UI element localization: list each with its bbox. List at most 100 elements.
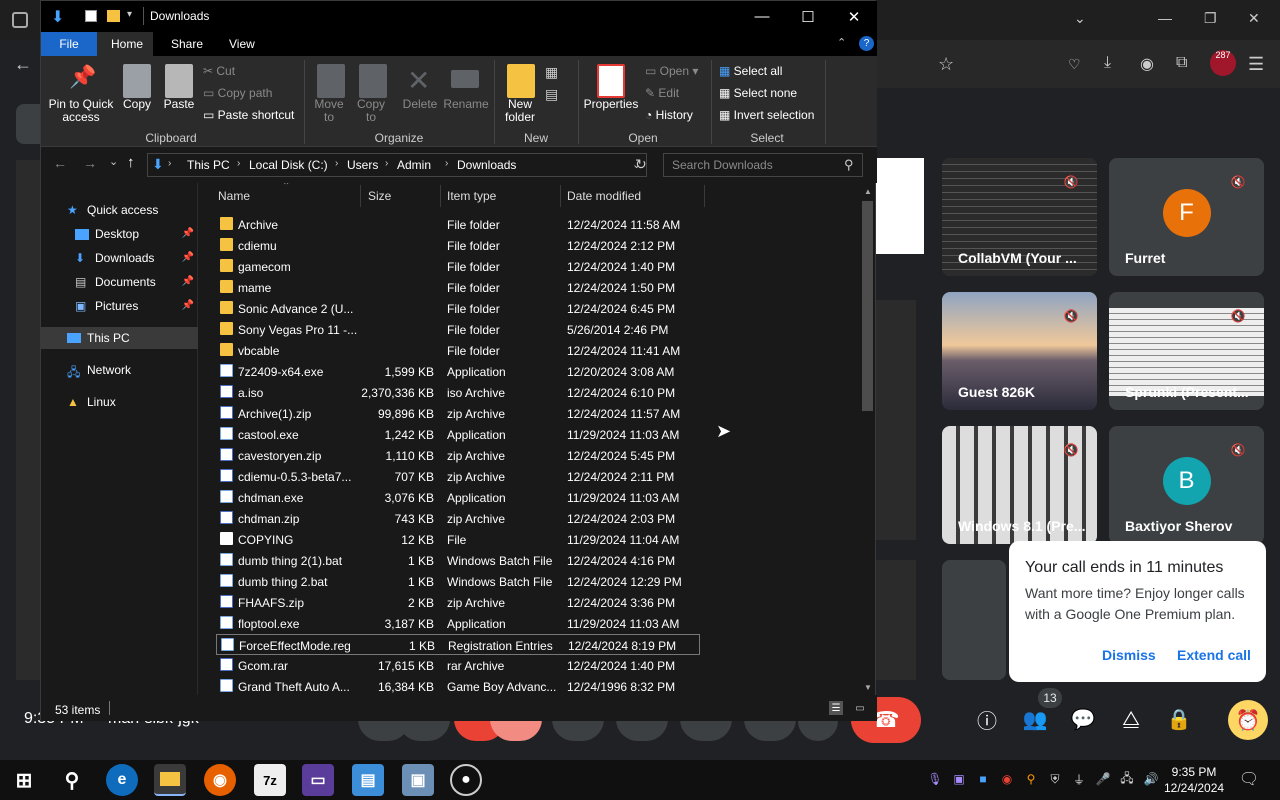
open-button[interactable]: ▭ Open ▾ [645, 64, 698, 78]
bookmark-star-icon[interactable]: ☆ [938, 54, 954, 75]
column-header-type[interactable]: Item type [447, 189, 496, 203]
table-row[interactable]: Grand Theft Auto A... 16,384 KB Game Boy A… [216, 676, 700, 695]
paste-button[interactable]: Paste [159, 98, 199, 111]
tab-view[interactable]: View [229, 37, 255, 51]
table-row[interactable]: Archive File folder 12/24/2024 11:58 AM [216, 214, 700, 235]
chrome-menu-icon[interactable]: ☰ [1248, 54, 1264, 75]
help-icon[interactable]: ? [859, 36, 874, 51]
table-row[interactable]: gamecom File folder 12/24/2024 1:40 PM [216, 256, 700, 277]
properties-qat-icon[interactable] [85, 10, 97, 22]
app-icon[interactable]: ▭ [302, 764, 334, 796]
mic-tray-icon[interactable]: 🎙 [927, 772, 942, 786]
search-icon[interactable]: ⚲ [56, 764, 88, 796]
nav-desktop[interactable]: Desktop 📌 [41, 223, 198, 245]
scroll-up-icon[interactable]: ▲ [864, 187, 872, 196]
chrome-minimize-icon[interactable]: — [1158, 10, 1172, 26]
crumb-this-pc[interactable]: This PC [187, 158, 230, 172]
delete-button[interactable]: Delete [397, 98, 443, 111]
extension-badge[interactable]: 287 [1210, 50, 1236, 76]
pin-quick-access-button[interactable]: Pin to Quick access [47, 98, 115, 124]
table-row[interactable]: vbcable File folder 12/24/2024 11:41 AM [216, 340, 700, 361]
window-titlebar[interactable]: ⬇ ▾ Downloads — ☐ ✕ [41, 1, 877, 32]
table-row[interactable]: chdman.zip 743 KB zip Archive 12/24/2024 2:… [216, 508, 700, 529]
nav-documents[interactable]: ▤ Documents 📌 [41, 271, 198, 293]
table-row[interactable]: FHAAFS.zip 2 KB zip Archive 12/24/2024 3:36… [216, 592, 700, 613]
properties-button[interactable]: Properties [583, 98, 639, 111]
chrome-tray-icon[interactable]: ◉ [1000, 772, 1014, 786]
chrome-back-icon[interactable]: ← [14, 54, 32, 75]
extend-call-button[interactable]: Extend call [1177, 647, 1251, 663]
column-header-size[interactable]: Size [368, 189, 391, 203]
participant-tile[interactable]: F 🔇 Furret [1109, 158, 1264, 276]
activities-icon[interactable]: ⧋ [1116, 704, 1146, 734]
invert-selection-button[interactable]: ▦ Invert selection [719, 108, 814, 122]
crumb-admin[interactable]: Admin [397, 158, 431, 172]
pocket-icon[interactable]: ♡ [1068, 56, 1081, 73]
table-row[interactable]: 7z2409-x64.exe 1,599 KB Application 12/20/2… [216, 361, 700, 382]
people-icon[interactable]: 👥 [1020, 704, 1050, 734]
scroll-down-icon[interactable]: ▼ [864, 683, 872, 692]
maximize-button[interactable]: ☐ [785, 1, 831, 32]
participant-tile[interactable]: 🔇 CollabVM (Your ... [942, 158, 1097, 276]
new-item-icon[interactable]: ▦ [545, 64, 558, 81]
participant-tile[interactable]: B 🔇 Baxtiyor Sherov [1109, 426, 1264, 544]
new-folder-button[interactable]: New folder [499, 98, 541, 124]
remote-desktop-icon[interactable]: ▣ [402, 764, 434, 796]
details-view-icon[interactable]: ☰ [829, 701, 843, 715]
table-row[interactable]: dumb thing 2.bat 1 KB Windows Batch File 12… [216, 571, 700, 592]
back-arrow-icon[interactable]: ← [53, 155, 67, 171]
copy-to-button[interactable]: Copy to [351, 98, 391, 124]
crumb-users[interactable]: Users [347, 158, 378, 172]
volume-tray-icon[interactable]: 🔊 [1144, 772, 1159, 786]
table-row[interactable]: floptool.exe 3,187 KB Application 11/29/202… [216, 613, 700, 634]
refresh-icon[interactable]: ↻ [635, 156, 647, 173]
mic-tray-icon-2[interactable]: 🎤 [1096, 772, 1111, 786]
chat-icon[interactable]: 💬 [1068, 704, 1098, 734]
copy-path-button[interactable]: ▭ Copy path [203, 86, 272, 100]
search-input[interactable] [672, 158, 842, 172]
chrome-close-icon[interactable]: ✕ [1248, 10, 1260, 27]
recent-locations-icon[interactable]: ⌄ [109, 155, 118, 168]
app-tray-icon[interactable]: ▣ [952, 772, 966, 786]
chrome-chevron-down-icon[interactable]: ⌄ [1074, 10, 1086, 27]
column-separator[interactable] [360, 185, 361, 207]
nav-network[interactable]: 🖧 Network [41, 359, 198, 381]
nav-linux[interactable]: ▲ Linux [41, 391, 198, 413]
chrome-tab-search-icon[interactable] [12, 12, 28, 28]
column-separator[interactable] [560, 185, 561, 207]
security-tray-icon[interactable]: ⛨ [1048, 772, 1062, 786]
search-box[interactable]: ⚲ [663, 153, 863, 177]
network-tray-icon[interactable]: 🖧 [1120, 771, 1134, 786]
select-none-button[interactable]: ▦ Select none [719, 86, 797, 100]
nav-quick-access[interactable]: ★ Quick access [41, 199, 198, 221]
info-icon[interactable]: ⓘ [972, 704, 1002, 734]
select-all-button[interactable]: ▦ Select all [719, 64, 782, 78]
crumb-downloads[interactable]: Downloads [457, 158, 516, 172]
column-header-name[interactable]: Name [218, 189, 250, 203]
download-icon[interactable]: ⤓ [1104, 54, 1111, 72]
app-tray-icon-2[interactable]: ■ [976, 772, 990, 786]
seven-zip-icon[interactable]: 7z [254, 764, 286, 796]
table-row[interactable]: Gcom.rar 17,615 KB rar Archive 12/24/2024 1… [216, 655, 700, 676]
notifications-icon[interactable]: 🗨 [1239, 770, 1259, 788]
usb-tray-icon[interactable]: ⏚ [1072, 772, 1086, 787]
qat-dropdown-icon[interactable]: ▾ [127, 9, 132, 20]
copy-button[interactable]: Copy [117, 98, 157, 111]
taskbar-clock[interactable]: 9:35 PM 12/24/2024 [1164, 764, 1224, 796]
nav-this-pc[interactable]: This PC [41, 327, 198, 349]
participant-tile[interactable]: 🔇 Windows 8.1 (Pre... [942, 426, 1097, 544]
search-tray-icon[interactable]: ⚲ [1024, 772, 1038, 786]
extensions-icon[interactable]: ⧉ [1176, 54, 1187, 72]
column-separator[interactable] [440, 185, 441, 207]
table-row[interactable]: dumb thing 2(1).bat 1 KB Windows Batch Fil… [216, 550, 700, 571]
start-windows-icon[interactable]: ⊞ [8, 764, 40, 796]
table-row[interactable]: castool.exe 1,242 KB Application 11/29/2024… [216, 424, 700, 445]
move-to-button[interactable]: Move to [309, 98, 349, 124]
forward-arrow-icon[interactable]: → [83, 155, 97, 171]
tab-share[interactable]: Share [171, 37, 203, 51]
column-header-date[interactable]: Date modified [567, 189, 641, 203]
table-row[interactable]: chdman.exe 3,076 KB Application 11/29/2024 … [216, 487, 700, 508]
table-row[interactable]: Sonic Advance 2 (U... File folder 12/24/20… [216, 298, 700, 319]
table-row[interactable]: Sony Vegas Pro 11 -... File folder 5/26/20… [216, 319, 700, 340]
tab-file[interactable]: File [41, 32, 97, 56]
